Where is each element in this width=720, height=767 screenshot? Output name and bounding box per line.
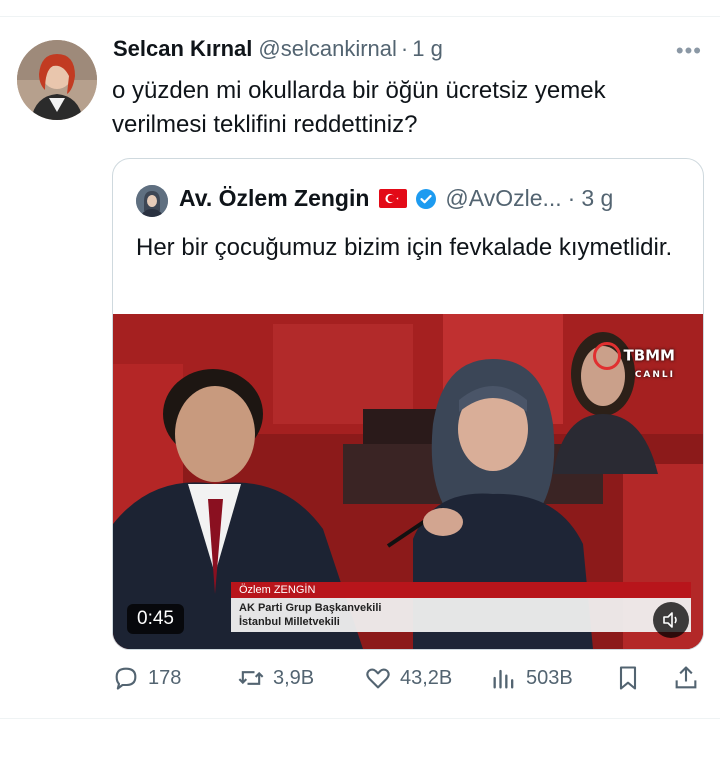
retweet-icon	[238, 671, 264, 685]
like-button[interactable]: 43,2B	[364, 664, 452, 692]
view-count: 503B	[526, 666, 573, 689]
more-options-button[interactable]: •••	[676, 38, 702, 64]
tweet-text: o yüzden mi okullarda bir öğün ücretsiz …	[112, 77, 606, 138]
quoted-tweet-timestamp[interactable]: 3 g	[581, 185, 613, 212]
speaker-role-line-1: AK Parti Grup Başkanvekili	[239, 602, 382, 614]
bottom-divider	[0, 718, 720, 719]
views-icon	[493, 669, 514, 689]
tweet-actions-bar: 178 3,9B 43,2B 503B	[112, 664, 702, 700]
reply-button[interactable]: 178	[112, 664, 181, 692]
quoted-separator-dot: ·	[567, 185, 576, 211]
bookmark-button[interactable]	[614, 664, 650, 692]
bookmark-icon	[619, 666, 637, 690]
tweet-timestamp[interactable]: 1 g	[412, 36, 443, 61]
retweet-count: 3,9B	[273, 666, 315, 689]
channel-logo: TBMM CANLI	[593, 342, 675, 380]
speaker-role-line-2: İstanbul Milletvekili	[239, 616, 340, 628]
video-duration: 0:45	[127, 604, 184, 634]
quoted-tweet-header: Av. Özlem Zengin @AvOzle... · 3 g	[179, 185, 613, 212]
reply-count: 178	[148, 666, 182, 689]
tweet-header: Selcan Kırnal @selcankirnal · 1 g	[113, 36, 443, 62]
author-avatar[interactable]	[17, 40, 97, 120]
share-icon	[675, 666, 697, 689]
video-player[interactable]: TBMM CANLI Özlem ZENGİN AK Parti Grup Ba…	[113, 314, 703, 649]
channel-live-label: CANLI	[634, 370, 675, 380]
quoted-author-avatar[interactable]	[136, 185, 168, 217]
separator-dot: ·	[400, 36, 409, 61]
channel-logo-ring	[593, 342, 622, 370]
verified-badge-icon	[415, 188, 437, 210]
views-button[interactable]: 503B	[490, 664, 573, 692]
quoted-tweet-text: Her bir çocuğumuz bizim için fevkalade k…	[136, 234, 673, 261]
speaker-role: AK Parti Grup Başkanvekili İstanbul Mill…	[231, 598, 691, 632]
channel-logo-text: TBMM	[623, 346, 675, 365]
reply-icon	[115, 667, 137, 690]
like-count: 43,2B	[400, 666, 453, 689]
quoted-author-name[interactable]: Av. Özlem Zengin	[179, 185, 369, 212]
retweet-button[interactable]: 3,9B	[237, 664, 314, 692]
top-divider	[0, 16, 720, 17]
volume-icon[interactable]	[653, 602, 689, 638]
speaker-lower-third: Özlem ZENGİN AK Parti Grup Başkanvekili …	[231, 582, 691, 634]
author-name[interactable]: Selcan Kırnal	[113, 36, 252, 61]
quoted-author-handle[interactable]: @AvOzle...	[445, 185, 561, 212]
quoted-tweet-card[interactable]: Av. Özlem Zengin @AvOzle... · 3 g Her bi…	[112, 158, 704, 650]
heart-icon	[366, 668, 390, 689]
turkey-flag-icon	[379, 189, 408, 208]
speaker-name: Özlem ZENGİN	[231, 582, 691, 598]
author-handle[interactable]: @selcankirnal	[258, 36, 397, 61]
share-button[interactable]	[672, 664, 708, 692]
